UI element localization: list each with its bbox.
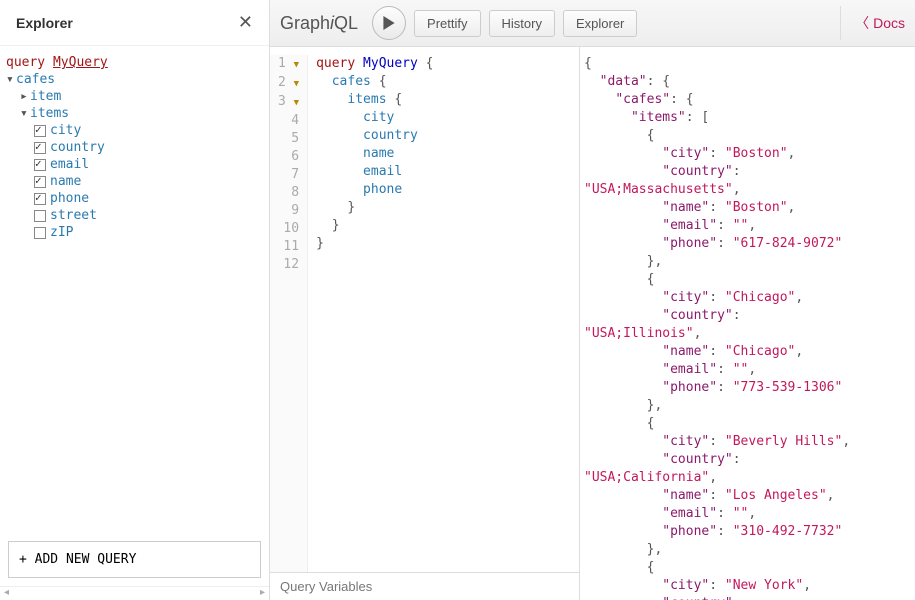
checkbox-icon[interactable] — [34, 125, 46, 137]
tree-node-cafes[interactable]: ▾cafes — [6, 71, 263, 88]
checkbox-icon[interactable] — [34, 159, 46, 171]
tree-node-items[interactable]: ▾items — [6, 105, 263, 122]
checkbox-icon[interactable] — [34, 227, 46, 239]
field-street[interactable]: street — [6, 207, 263, 224]
horizontal-scrollbar[interactable]: ◂▸ — [0, 586, 269, 600]
add-new-query-button[interactable]: + ADD NEW QUERY — [8, 541, 261, 578]
field-phone[interactable]: phone — [6, 190, 263, 207]
result-pane[interactable]: { "data": { "cafes": { "items": [ { "cit… — [580, 47, 915, 600]
explorer-title: Explorer — [16, 15, 73, 31]
checkbox-icon[interactable] — [34, 142, 46, 154]
query-editor[interactable]: 1 ▼2 ▼3 ▼456789101112 query MyQuery { ca… — [270, 47, 580, 600]
code-text[interactable]: query MyQuery { cafes { items { city cou… — [308, 55, 433, 572]
explorer-button[interactable]: Explorer — [563, 10, 637, 37]
history-button[interactable]: History — [489, 10, 555, 37]
execute-button[interactable] — [372, 6, 406, 40]
chevron-left-icon: 〈 — [855, 13, 869, 33]
field-name[interactable]: name — [6, 173, 263, 190]
field-country[interactable]: country — [6, 139, 263, 156]
line-gutter: 1 ▼2 ▼3 ▼456789101112 — [270, 55, 308, 572]
close-icon[interactable]: ✕ — [238, 12, 253, 33]
play-icon — [382, 16, 396, 30]
code-area[interactable]: 1 ▼2 ▼3 ▼456789101112 query MyQuery { ca… — [270, 47, 579, 572]
chevron-down-icon: ▾ — [20, 106, 30, 121]
explorer-tree: query MyQuery ▾cafes ▸item▾items citycou… — [0, 46, 269, 533]
main-area: GraphiQL Prettify History Explorer 〈Docs… — [270, 0, 915, 600]
checkbox-icon[interactable] — [34, 176, 46, 188]
topbar: GraphiQL Prettify History Explorer 〈Docs — [270, 0, 915, 47]
tree-node-item[interactable]: ▸item — [6, 88, 263, 105]
explorer-sidebar: Explorer ✕ query MyQuery ▾cafes ▸item▾it… — [0, 0, 270, 600]
graphiql-logo: GraphiQL — [280, 13, 358, 34]
docs-button[interactable]: 〈Docs — [840, 6, 905, 40]
chevron-right-icon: ▸ — [20, 89, 30, 104]
explorer-header: Explorer ✕ — [0, 0, 269, 46]
field-city[interactable]: city — [6, 122, 263, 139]
query-line[interactable]: query MyQuery — [6, 54, 263, 71]
field-zIP[interactable]: zIP — [6, 224, 263, 241]
checkbox-icon[interactable] — [34, 210, 46, 222]
prettify-button[interactable]: Prettify — [414, 10, 480, 37]
checkbox-icon[interactable] — [34, 193, 46, 205]
panes: 1 ▼2 ▼3 ▼456789101112 query MyQuery { ca… — [270, 47, 915, 600]
chevron-down-icon: ▾ — [6, 72, 16, 87]
query-variables-header[interactable]: Query Variables — [270, 572, 579, 600]
field-email[interactable]: email — [6, 156, 263, 173]
